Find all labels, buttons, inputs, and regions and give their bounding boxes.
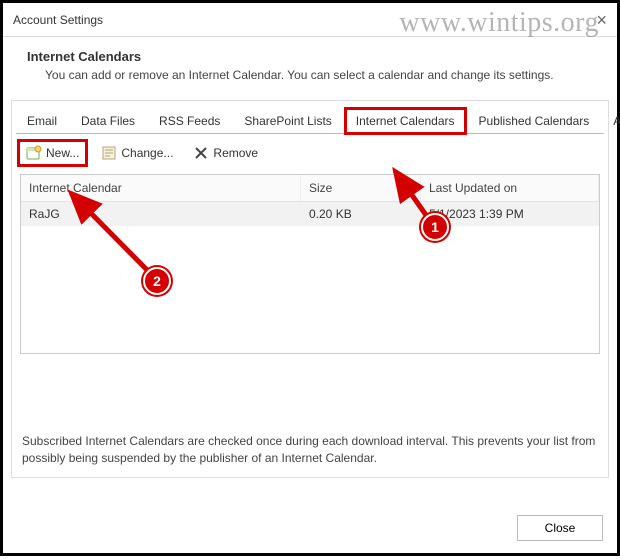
table-row[interactable]: RaJG 0.20 KB 5/1/2023 1:39 PM: [21, 202, 599, 226]
remove-button[interactable]: Remove: [189, 143, 262, 163]
tab-rss-feeds[interactable]: RSS Feeds: [148, 108, 231, 134]
window-title: Account Settings: [13, 13, 103, 27]
column-updated[interactable]: Last Updated on: [421, 175, 599, 201]
close-icon[interactable]: ×: [596, 11, 607, 29]
tab-sharepoint-lists[interactable]: SharePoint Lists: [233, 108, 342, 134]
titlebar: Account Settings ×: [3, 3, 617, 37]
change-icon: [101, 145, 117, 161]
column-name[interactable]: Internet Calendar: [21, 175, 301, 201]
footnote: Subscribed Internet Calendars are checke…: [22, 433, 598, 467]
list-header: Internet Calendar Size Last Updated on: [21, 175, 599, 202]
change-button-label: Change...: [121, 146, 173, 160]
cell-name: RaJG: [21, 202, 301, 226]
remove-icon: [193, 145, 209, 161]
tab-email[interactable]: Email: [16, 108, 68, 134]
change-button[interactable]: Change...: [97, 143, 177, 163]
column-size[interactable]: Size: [301, 175, 421, 201]
remove-button-label: Remove: [213, 146, 258, 160]
new-calendar-icon: [26, 145, 42, 161]
tab-internet-calendars[interactable]: Internet Calendars: [345, 108, 466, 134]
tab-strip: Email Data Files RSS Feeds SharePoint Li…: [12, 101, 608, 133]
page-header: Internet Calendars You can add or remove…: [3, 37, 617, 100]
settings-panel: Email Data Files RSS Feeds SharePoint Li…: [11, 100, 609, 478]
new-button-label: New...: [46, 146, 79, 160]
toolbar: New... Change... Remove: [12, 134, 608, 174]
dialog-buttons: Close: [517, 515, 603, 541]
tab-data-files[interactable]: Data Files: [70, 108, 146, 134]
calendar-list[interactable]: Internet Calendar Size Last Updated on R…: [20, 174, 600, 354]
tab-address-books[interactable]: Address Books: [602, 108, 620, 134]
tab-published-calendars[interactable]: Published Calendars: [468, 108, 601, 134]
close-button[interactable]: Close: [517, 515, 603, 541]
page-title: Internet Calendars: [27, 49, 603, 64]
cell-updated: 5/1/2023 1:39 PM: [421, 202, 599, 226]
page-description: You can add or remove an Internet Calend…: [27, 68, 603, 82]
new-button[interactable]: New...: [20, 142, 85, 164]
cell-size: 0.20 KB: [301, 202, 421, 226]
